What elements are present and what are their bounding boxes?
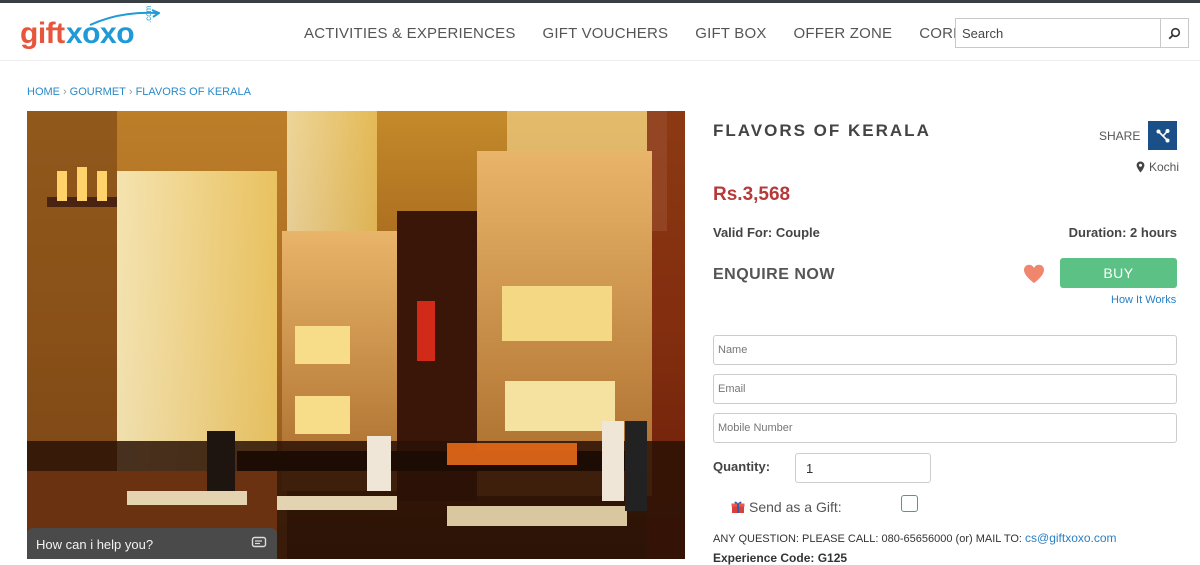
restaurant-interior-image [27, 111, 685, 559]
location: Kochi [1136, 160, 1179, 174]
contact-email-link[interactable]: cs@giftxoxo.com [1025, 531, 1117, 545]
share-icon [1156, 128, 1169, 142]
email-field[interactable] [714, 375, 1176, 403]
breadcrumb-current[interactable]: FLAVORS OF KERALA [136, 86, 251, 98]
name-field-wrapper [713, 335, 1177, 365]
name-field[interactable] [714, 336, 1176, 364]
site-header: gift xoxo .com ACTIVITIES & EXPERIENCES … [0, 3, 1200, 61]
quantity-label: Quantity: [713, 459, 771, 474]
logo-gift-text: gift [20, 17, 65, 50]
product-title: FLAVORS OF KERALA [713, 121, 931, 140]
share-label: SHARE [1099, 129, 1141, 143]
contact-question: ANY QUESTION: PLEASE CALL: 080-65656000 … [713, 531, 1117, 545]
nav-activities-experiences[interactable]: ACTIVITIES & EXPERIENCES [304, 25, 516, 42]
breadcrumb-home[interactable]: HOME [27, 86, 60, 98]
buy-button[interactable]: BUY [1060, 258, 1177, 288]
chat-widget[interactable]: How can i help you? [27, 528, 277, 559]
email-field-wrapper [713, 374, 1177, 404]
send-as-gift-label: Send as a Gift: [749, 499, 842, 515]
nav-offer-zone[interactable]: OFFER ZONE [794, 25, 893, 42]
mobile-number-field[interactable] [714, 414, 1176, 442]
nav-gift-vouchers[interactable]: GIFT VOUCHERS [543, 25, 669, 42]
how-it-works-link[interactable]: How It Works [1111, 294, 1176, 306]
breadcrumb-gourmet[interactable]: GOURMET [70, 86, 126, 98]
product-image [27, 111, 685, 559]
mobile-field-wrapper [713, 413, 1177, 443]
quantity-field-wrapper [795, 453, 931, 483]
gift-icon [731, 501, 745, 513]
duration: Duration: 2 hours [1068, 225, 1177, 240]
location-label: Kochi [1149, 160, 1180, 174]
logo-com-text: .com [144, 5, 153, 23]
chat-bubble-icon [251, 536, 267, 548]
product-price: Rs.3,568 [713, 184, 791, 205]
logo-xoxo-text: xoxo [66, 17, 135, 50]
chat-label: How can i help you? [36, 537, 154, 552]
experience-code: Experience Code: G125 [713, 551, 848, 565]
main-nav: ACTIVITIES & EXPERIENCES GIFT VOUCHERS G… [304, 25, 1042, 42]
breadcrumb: HOME › GOURMET › FLAVORS OF KERALA [27, 86, 251, 98]
quantity-field[interactable] [796, 454, 930, 482]
nav-gift-box[interactable]: GIFT BOX [695, 25, 766, 42]
share-button[interactable] [1148, 121, 1177, 150]
breadcrumb-separator: › [63, 86, 67, 98]
search-input[interactable] [956, 19, 1160, 47]
send-as-gift-row: Send as a Gift: [731, 499, 842, 515]
breadcrumb-separator: › [128, 86, 133, 98]
map-pin-icon [1136, 161, 1145, 173]
enquire-now-heading: ENQUIRE NOW [713, 266, 835, 283]
wishlist-heart-icon[interactable] [1023, 264, 1045, 284]
search-icon [1168, 27, 1181, 39]
site-logo[interactable]: gift xoxo .com [20, 5, 160, 55]
search-box [955, 18, 1189, 48]
valid-for: Valid For: Couple [713, 225, 820, 240]
search-button[interactable] [1160, 19, 1188, 47]
send-as-gift-checkbox[interactable] [901, 495, 918, 512]
contact-question-text: ANY QUESTION: PLEASE CALL: 080-65656000 … [713, 533, 1026, 545]
